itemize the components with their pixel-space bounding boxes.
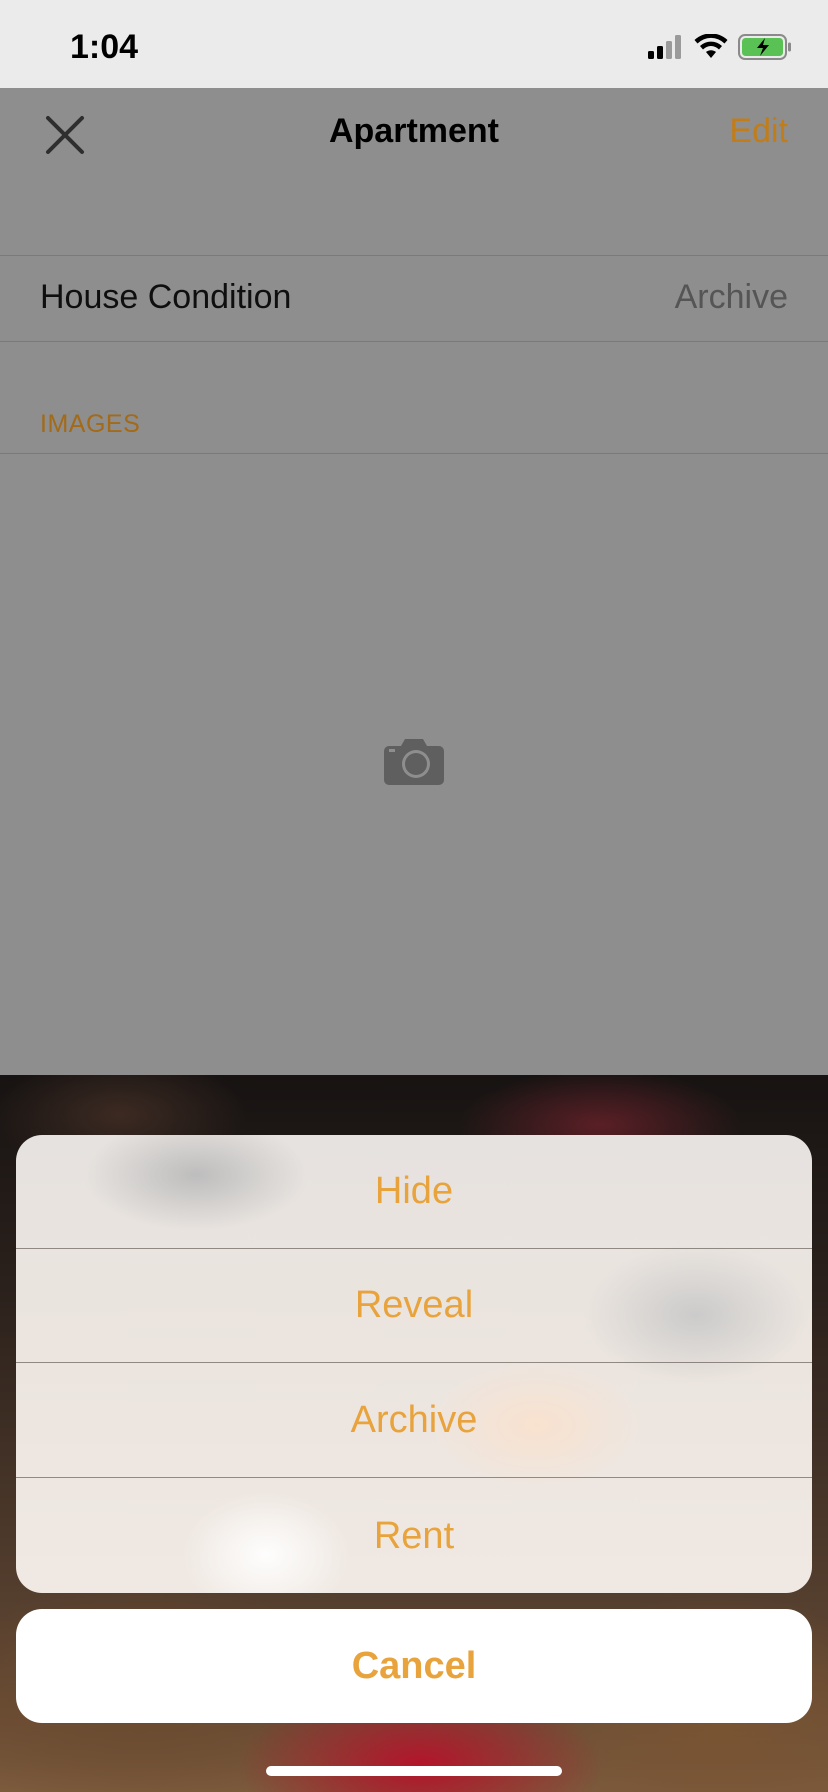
page-title: Apartment xyxy=(328,112,500,150)
signal-icon xyxy=(648,35,684,64)
cancel-button[interactable]: Cancel xyxy=(16,1609,812,1723)
close-icon xyxy=(46,116,84,154)
camera-icon[interactable] xyxy=(383,736,445,786)
navigation-bar: Apartment Edit xyxy=(0,88,828,176)
battery-charging-icon xyxy=(738,34,792,65)
images-section-header: IMAGES xyxy=(40,410,141,438)
house-condition-row[interactable]: House Condition Archive xyxy=(0,255,828,342)
status-bar: 1:04 xyxy=(0,0,828,88)
status-icons xyxy=(648,33,792,65)
reveal-action[interactable]: Reveal xyxy=(16,1249,812,1363)
apartment-screen: Apartment Edit House Condition Archive I… xyxy=(0,88,828,1075)
close-button[interactable] xyxy=(40,110,90,160)
home-indicator[interactable] xyxy=(266,1766,562,1776)
wifi-icon xyxy=(694,33,728,65)
rent-action[interactable]: Rent xyxy=(16,1479,812,1593)
hide-action[interactable]: Hide xyxy=(16,1135,812,1249)
status-time: 1:04 xyxy=(70,28,139,66)
action-sheet: Hide Reveal Archive Rent xyxy=(16,1135,812,1593)
house-condition-value: Archive xyxy=(674,278,788,316)
archive-action[interactable]: Archive xyxy=(16,1364,812,1478)
section-divider xyxy=(0,453,828,454)
edit-button[interactable]: Edit xyxy=(729,112,788,151)
house-condition-label: House Condition xyxy=(40,278,292,316)
